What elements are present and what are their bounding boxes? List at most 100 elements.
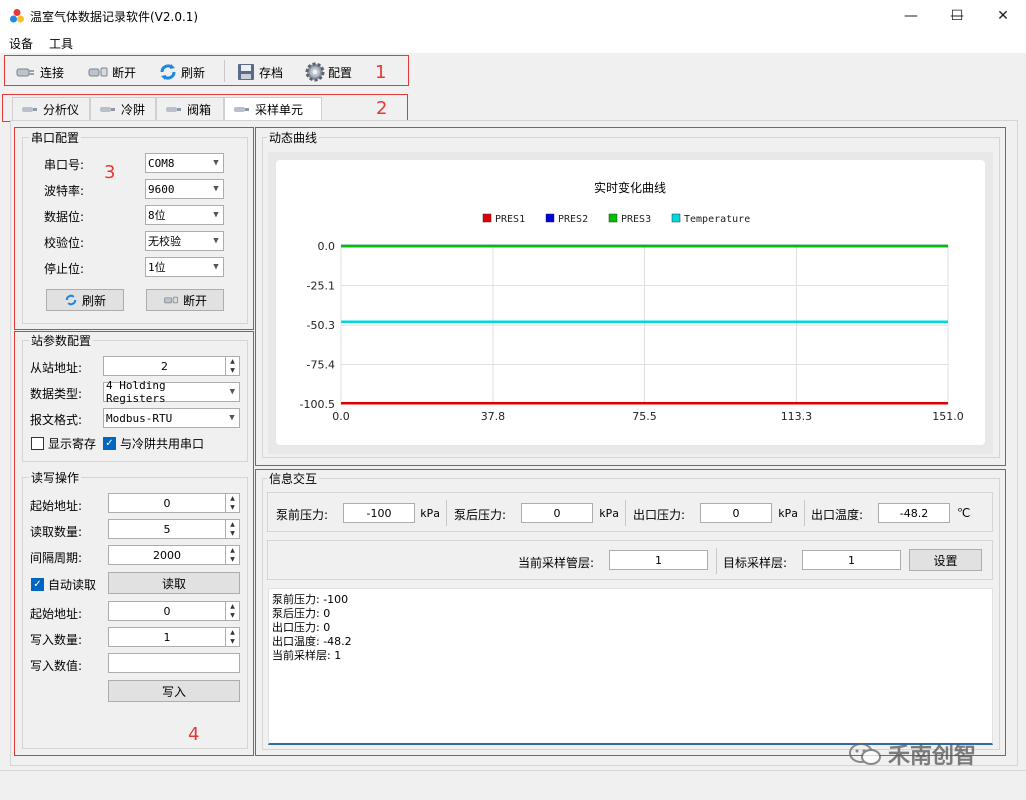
separator [625,500,626,526]
databits-select[interactable]: 8位 ▼ [145,205,224,225]
write-value-input[interactable] [108,653,240,673]
outlet-temp-value: -48.2 [878,503,950,523]
pump-after-label: 泵后压力: [454,508,507,522]
stepper-arrows-icon[interactable]: ▲ ▼ [225,520,239,538]
chevron-down-icon: ▼ [213,210,219,220]
port-value: COM8 [148,156,175,170]
pump-after-value: 0 [521,503,593,523]
legend-label: Temperature [684,214,750,225]
log-line: 泵前压力: -100 [272,593,349,606]
maximize-button[interactable]: ☐ [934,0,980,31]
stopbits-select[interactable]: 1位 ▼ [145,257,224,277]
log-textbox[interactable]: 泵前压力: -100 泵后压力: 0 出口压力: 0 出口温度: -48.2 当… [268,588,993,745]
menu-tools[interactable]: 工具 [49,35,73,52]
slave-address-value: 2 [161,359,168,373]
show-register-checkbox[interactable]: 显示寄存 [31,435,96,452]
chevron-down-icon: ▼ [213,158,219,168]
checkmark-icon: ✓ [103,437,116,450]
serial-disconnect-button[interactable]: 断开 [146,289,224,311]
stepper-arrows-icon[interactable]: ▲ ▼ [225,494,239,512]
port-label: 串口号: [44,158,85,172]
target-layer-input[interactable]: 1 [802,550,901,570]
tab-valve-box-label: 阀箱 [187,102,212,117]
baud-select[interactable]: 9600 ▼ [145,179,224,199]
write-value-label: 写入数值: [30,659,83,673]
refresh-icon [65,294,77,306]
write-start-address-stepper[interactable]: 0 ▲ ▼ [108,601,240,621]
chevron-down-icon: ▼ [213,236,219,246]
read-button[interactable]: 读取 [108,572,240,594]
tab-icon [100,107,115,112]
tab-cold-trap[interactable]: 冷阱 [90,97,156,120]
current-layer-value: 1 [609,550,708,570]
x-tick-label: 0.0 [332,410,350,423]
disconnect-label: 断开 [112,65,137,80]
set-button[interactable]: 设置 [909,549,982,571]
menu-device[interactable]: 设备 [9,35,33,52]
read-count-stepper[interactable]: 5 ▲ ▼ [108,519,240,539]
share-port-checkbox[interactable]: ✓ 与冷阱共用串口 [103,435,204,452]
close-button[interactable]: ✕ [980,0,1026,31]
tab-sampling-unit[interactable]: 采样单元 [224,97,322,120]
port-select[interactable]: COM8 ▼ [145,153,224,173]
refresh-button[interactable]: 刷新 [158,62,205,82]
stepper-arrows-icon[interactable]: ▲ ▼ [225,357,239,375]
serial-refresh-button[interactable]: 刷新 [46,289,124,311]
target-layer-label: 目标采样层: [723,556,788,570]
outlet-pressure-label: 出口压力: [633,508,686,522]
config-button[interactable]: 配置 [305,62,352,82]
save-button[interactable]: 存档 [236,62,283,82]
stepper-arrows-icon[interactable]: ▲ ▼ [225,602,239,620]
tab-valve-box[interactable]: 阀箱 [156,97,224,120]
read-start-address-value: 0 [163,496,171,510]
interval-label: 间隔周期: [30,551,83,565]
stepper-arrows-icon[interactable]: ▲ ▼ [225,546,239,564]
connect-button[interactable]: 连接 [15,62,64,82]
tab-sampling-unit-label: 采样单元 [255,102,304,117]
message-format-select[interactable]: Modbus-RTU ▼ [103,408,240,428]
x-tick-label: 37.8 [481,410,506,423]
auto-read-label: 自动读取 [48,578,97,592]
write-button[interactable]: 写入 [108,680,240,702]
outlet-pressure-unit: kPa [778,507,798,520]
read-write-title: 读写操作 [29,469,82,486]
minimize-button-glyph[interactable]: — [888,0,934,31]
write-count-stepper[interactable]: 1 ▲ ▼ [108,627,240,647]
watermark-text: 禾南创智 [888,744,977,769]
checkmark-icon: ✓ [31,578,44,591]
serial-config-title: 串口配置 [29,129,82,146]
log-line: 出口压力: 0 [272,621,331,634]
interval-value: 2000 [153,548,181,562]
y-tick-label: -50.3 [307,319,335,332]
parity-select[interactable]: 无校验 ▼ [145,231,224,251]
disconnect-button[interactable]: 断开 [87,62,136,82]
plug-disconnect-icon [88,67,108,77]
auto-read-checkbox[interactable]: ✓ 自动读取 [31,576,96,593]
y-tick-label: 0.0 [318,240,336,253]
chevron-down-icon: ▼ [229,413,235,423]
toolbar-separator [224,60,225,82]
read-start-address-stepper[interactable]: 0 ▲ ▼ [108,493,240,513]
dynamic-curve-chart: 实时变化曲线 PRES1 PRES2 PRES3 Temperature 0.0 37.… [276,160,985,445]
write-count-value: 1 [163,630,171,644]
annotation-number-1: 1 [375,62,387,83]
separator [804,500,805,526]
legend-swatch [671,213,681,223]
stepper-arrows-icon[interactable]: ▲ ▼ [225,628,239,646]
baud-label: 波特率: [44,184,85,198]
slave-address-stepper[interactable]: 2 ▲ ▼ [103,356,240,376]
data-type-select[interactable]: 4 Holding Registers ▼ [103,379,240,405]
legend-swatch [545,213,555,223]
baud-value: 9600 [148,182,175,196]
separator [716,548,717,574]
serial-disconnect-label: 断开 [182,293,207,308]
interval-stepper[interactable]: 2000 ▲ ▼ [108,545,240,565]
tab-icon [166,107,181,112]
plug-connect-icon [16,68,34,77]
pump-before-value: -100 [343,503,415,523]
log-line: 泵后压力: 0 [272,607,331,620]
tab-analyzer[interactable]: 分析仪 [12,97,90,120]
share-port-label: 与冷阱共用串口 [120,437,205,451]
chart-title: 实时变化曲线 [594,180,666,195]
annotation-number-2: 2 [376,98,388,119]
